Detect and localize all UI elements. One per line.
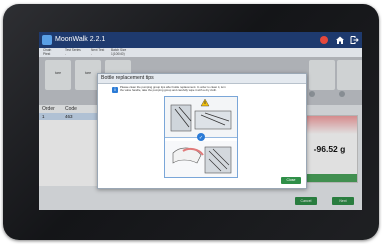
info-item: Batch Size 1(100/40) [111, 48, 127, 56]
exit-icon[interactable] [349, 35, 359, 45]
info-bar: Chain Ptest Test Series - Next Test - Ba… [39, 48, 362, 57]
info-icon: i [112, 87, 118, 93]
screen: MoonWalk 2.2.1 Chain Ptest Test Series -… [39, 32, 362, 210]
info-item: Chain Ptest [43, 48, 52, 56]
app-logo-icon [42, 35, 52, 45]
cleaning-illustration: ✓ [164, 96, 238, 178]
close-button[interactable]: Close [281, 177, 301, 184]
cleaning-illustration-art: ✓ [165, 97, 237, 177]
tablet-frame: MoonWalk 2.2.1 Chain Ptest Test Series -… [3, 4, 379, 240]
status-dot-icon[interactable] [320, 36, 328, 44]
dialog-message: Please clean the pumping group tips afte… [120, 85, 226, 93]
home-icon[interactable] [335, 35, 345, 45]
svg-text:✓: ✓ [199, 135, 203, 141]
info-item: Test Series - [65, 48, 81, 56]
info-item: Next Test - [91, 48, 105, 56]
title-bar: MoonWalk 2.2.1 [39, 32, 362, 48]
dialog-title: Bottle replacement tips [98, 74, 306, 84]
app-title: MoonWalk 2.2.1 [55, 36, 106, 43]
bottle-replacement-dialog: Bottle replacement tips i Please clean t… [97, 73, 307, 189]
